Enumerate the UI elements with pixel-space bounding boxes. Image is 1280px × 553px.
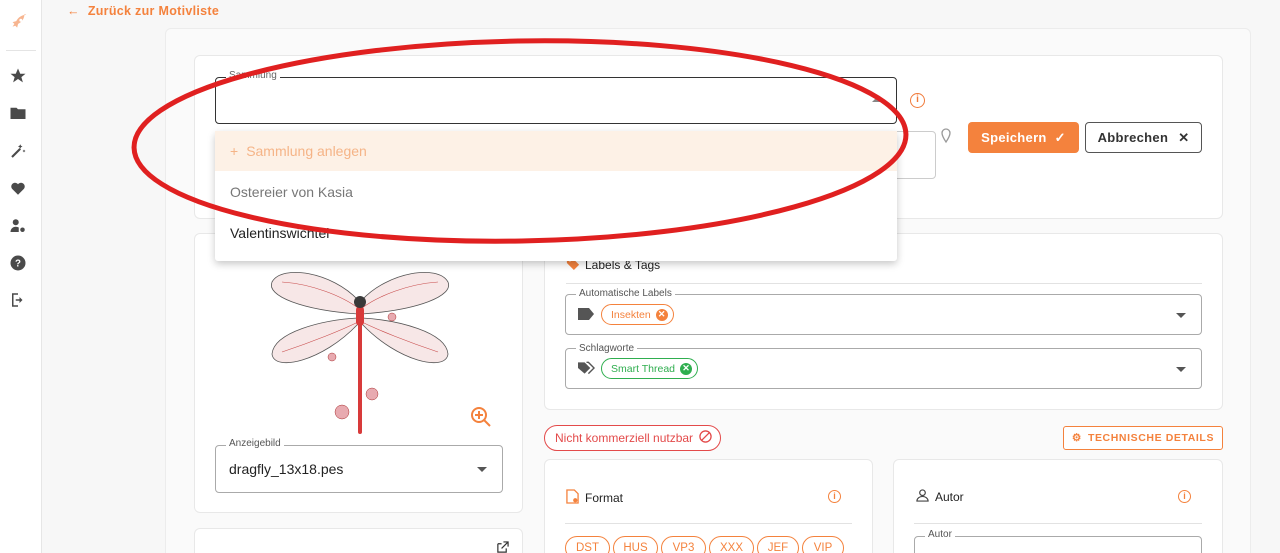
author-title: Autor xyxy=(916,489,964,505)
pin-icon xyxy=(938,128,954,144)
star-icon[interactable] xyxy=(8,66,28,86)
format-chip-xxx[interactable]: XXX xyxy=(709,536,754,553)
sidebar-divider xyxy=(6,50,36,51)
info-icon[interactable]: i xyxy=(910,93,925,108)
collection-option[interactable]: Valentinswichtel xyxy=(215,213,897,253)
rocket-logo-icon[interactable] xyxy=(8,12,30,34)
author-input-label: Autor xyxy=(925,529,955,540)
chevron-down-icon[interactable] xyxy=(1176,367,1186,372)
caret-up-icon[interactable] xyxy=(872,97,882,102)
remove-chip-icon[interactable]: ✕ xyxy=(655,308,668,321)
folder-icon[interactable] xyxy=(8,103,28,123)
external-link-icon[interactable] xyxy=(496,541,509,553)
collection-option[interactable]: Ostereier von Kasia xyxy=(215,172,897,212)
keyword-chip-smart-thread[interactable]: Smart Thread ✕ xyxy=(601,358,698,379)
format-title: Format xyxy=(566,489,623,507)
create-collection-label: Sammlung anlegen xyxy=(246,143,367,159)
cancel-button[interactable]: Abbrechen ✕ xyxy=(1085,122,1202,153)
magic-wand-icon[interactable] xyxy=(8,141,28,161)
collection-select[interactable] xyxy=(215,77,897,124)
link-card xyxy=(194,528,523,553)
dragonfly-embroidery-image xyxy=(262,262,458,440)
label-icon xyxy=(578,307,594,325)
logout-icon[interactable] xyxy=(8,290,28,310)
chevron-down-icon[interactable] xyxy=(1176,313,1186,318)
format-title-text: Format xyxy=(585,491,624,505)
non-commercial-label: Nicht kommerziell nutzbar xyxy=(555,431,694,445)
format-chip-dst[interactable]: DST xyxy=(565,536,610,553)
file-settings-icon xyxy=(566,489,579,507)
labels-divider xyxy=(566,283,1202,284)
plus-icon: + xyxy=(230,143,239,159)
svg-text:?: ? xyxy=(15,258,21,269)
technical-details-button[interactable]: ⚙ TECHNISCHE DETAILS xyxy=(1063,426,1223,450)
user-settings-icon[interactable] xyxy=(8,216,28,236)
no-commercial-icon xyxy=(699,430,712,446)
display-image-value: dragfly_13x18.pes xyxy=(229,461,344,477)
tags-icon xyxy=(578,361,596,380)
format-divider xyxy=(565,523,852,524)
label-chip-insekten[interactable]: Insekten ✕ xyxy=(601,304,674,325)
collection-select-label: Sammlung xyxy=(226,70,280,81)
save-button[interactable]: Speichern ✓ xyxy=(968,122,1079,153)
heart-icon[interactable] xyxy=(8,178,28,198)
check-icon: ✓ xyxy=(1054,129,1066,145)
help-icon[interactable]: ? xyxy=(8,253,28,273)
non-commercial-badge[interactable]: Nicht kommerziell nutzbar xyxy=(544,425,721,451)
arrow-left-icon: ← xyxy=(67,4,80,18)
cancel-button-label: Abbrechen xyxy=(1097,130,1169,145)
format-chip-vp3[interactable]: VP3 xyxy=(661,536,706,553)
technical-details-label: TECHNISCHE DETAILS xyxy=(1087,432,1215,444)
gear-icon: ⚙ xyxy=(1071,432,1082,444)
back-link-label: Zurück zur Motivliste xyxy=(87,4,220,18)
chip-label: Insekten xyxy=(611,308,651,321)
display-image-label: Anzeigebild xyxy=(226,438,284,449)
collection-dropdown: + Sammlung anlegen Ostereier von Kasia V… xyxy=(215,131,897,261)
back-to-list-link[interactable]: ← Zurück zur Motivliste xyxy=(67,4,219,18)
chevron-down-icon[interactable] xyxy=(477,467,487,472)
zoom-in-icon[interactable] xyxy=(469,405,493,429)
info-icon[interactable]: i xyxy=(828,490,841,503)
sidebar: ? xyxy=(0,0,42,553)
author-input[interactable] xyxy=(914,536,1202,553)
chip-label: Smart Thread xyxy=(611,362,675,375)
user-icon xyxy=(916,489,929,505)
author-divider xyxy=(914,523,1202,524)
info-icon[interactable]: i xyxy=(1178,490,1191,503)
format-chip-jef[interactable]: JEF xyxy=(757,536,799,553)
keywords-label: Schlagworte xyxy=(576,343,638,354)
remove-chip-icon[interactable]: ✕ xyxy=(680,362,692,375)
create-collection-option[interactable]: + Sammlung anlegen xyxy=(215,131,897,171)
save-button-label: Speichern xyxy=(981,130,1047,145)
auto-labels-label: Automatische Labels xyxy=(576,288,675,299)
close-icon: ✕ xyxy=(1178,129,1190,145)
author-title-text: Autor xyxy=(935,490,964,504)
format-chip-hus[interactable]: HUS xyxy=(613,536,658,553)
format-chip-vip[interactable]: VIP xyxy=(802,536,844,553)
